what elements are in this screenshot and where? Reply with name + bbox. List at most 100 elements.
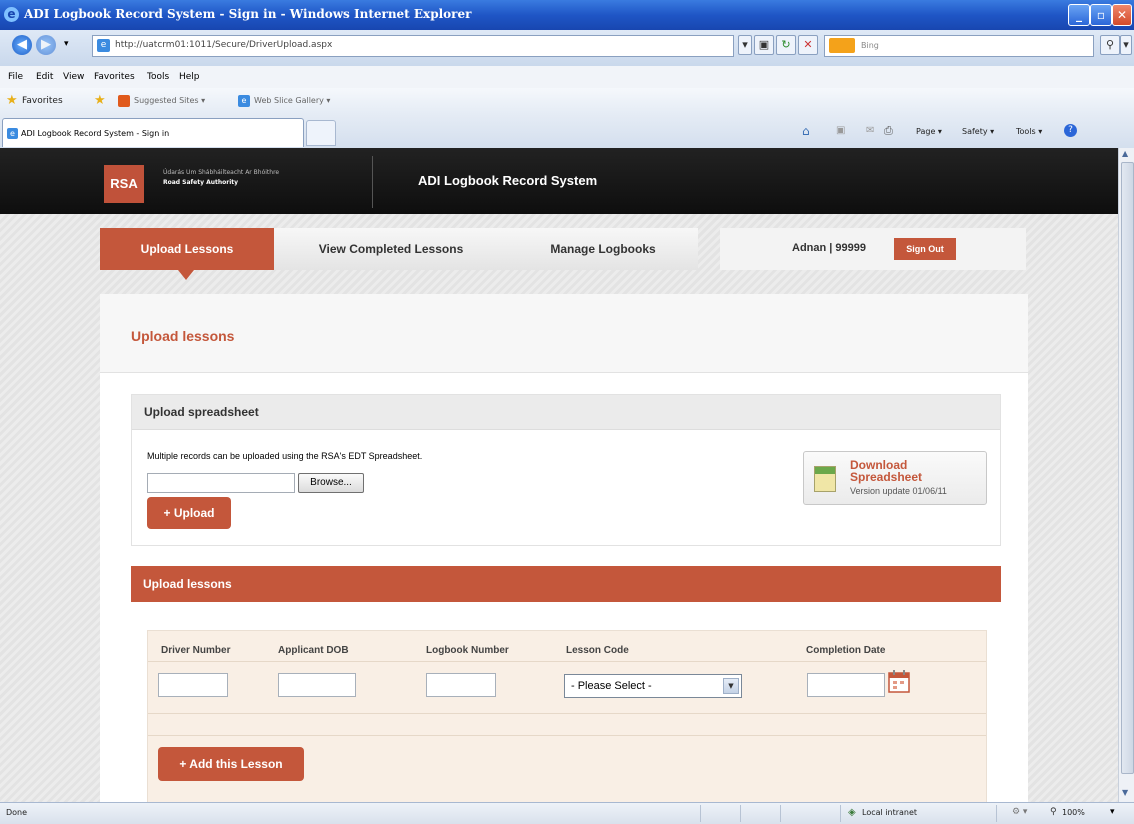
browser-tab-bar: e ADI Logbook Record System - Sign in ⌂ … (0, 114, 1134, 149)
bing-icon (829, 38, 855, 53)
home-icon[interactable]: ⌂ (802, 124, 810, 138)
sign-out-button[interactable]: Sign Out (894, 238, 956, 260)
search-options-icon[interactable]: ▾ (1120, 35, 1132, 55)
print-icon[interactable]: ⎙ (884, 124, 893, 138)
spreadsheet-panel-header: Upload spreadsheet (132, 395, 1000, 430)
zoom-dropdown-icon[interactable]: ▾ (1110, 807, 1115, 817)
menu-view[interactable]: View (63, 72, 84, 82)
menu-tools[interactable]: Tools (147, 72, 169, 82)
driver-number-input[interactable] (158, 673, 228, 697)
org-name: Road Safety Authority (163, 179, 239, 186)
browser-tab-active[interactable]: e ADI Logbook Record System - Sign in (2, 118, 304, 147)
search-icon[interactable]: ⚲ (1100, 35, 1120, 55)
content-header: Upload lessons (100, 294, 1028, 373)
favorites-star-icon: ★ (6, 93, 18, 108)
page-menu[interactable]: Page ▾ (916, 127, 942, 136)
tools-menu[interactable]: Tools ▾ (1016, 127, 1042, 136)
address-field[interactable]: e http://uatcrm01:1011/Secure/DriverUplo… (92, 35, 734, 57)
col-driver-number: Driver Number (161, 645, 231, 656)
download-spreadsheet-button[interactable]: Download Spreadsheet Version update 01/0… (803, 451, 987, 505)
refresh-icon[interactable]: ↻ (776, 35, 796, 55)
suggested-sites-icon (118, 95, 130, 107)
add-lesson-button[interactable]: + Add this Lesson (158, 747, 304, 781)
forward-icon[interactable]: ▶ (36, 35, 56, 55)
file-path-input[interactable] (147, 473, 295, 493)
suggested-sites-link[interactable]: Suggested Sites ▾ (134, 96, 205, 105)
upload-lessons-header: Upload lessons (131, 566, 1001, 602)
favorites-button[interactable]: Favorites (22, 96, 63, 106)
applicant-dob-input[interactable] (278, 673, 356, 697)
vertical-scrollbar[interactable]: ▲ ▼ (1118, 148, 1134, 802)
close-button[interactable]: ✕ (1112, 4, 1132, 26)
url-text: http://uatcrm01:1011/Secure/DriverUpload… (115, 40, 333, 50)
main-content: Upload lessons Upload spreadsheet Multip… (100, 294, 1028, 802)
compatibility-view-icon[interactable]: ▣ (754, 35, 774, 55)
search-placeholder: Bing (861, 41, 879, 50)
page-icon: e (97, 39, 110, 52)
logbook-number-input[interactable] (426, 673, 496, 697)
user-label: Adnan | 99999 (792, 242, 866, 254)
chevron-down-icon: ▼ (723, 678, 739, 694)
intranet-icon: ◈ (848, 807, 856, 818)
row-divider (148, 713, 986, 714)
stop-icon[interactable]: ✕ (798, 35, 818, 55)
security-zone[interactable]: Local intranet (862, 808, 917, 817)
scroll-up-icon[interactable]: ▲ (1122, 149, 1128, 158)
help-icon[interactable]: ? (1064, 124, 1077, 137)
col-applicant-dob: Applicant DOB (278, 645, 349, 656)
lesson-code-select[interactable]: - Please Select - ▼ (564, 674, 742, 698)
maximize-button[interactable]: ▫ (1090, 4, 1112, 26)
status-divider (740, 805, 741, 822)
window-title-bar: e ADI Logbook Record System - Sign in - … (0, 0, 1134, 30)
minimize-button[interactable]: _ (1068, 4, 1090, 26)
status-divider (700, 805, 701, 822)
user-panel: Adnan | 99999 Sign Out (720, 228, 1026, 270)
page-viewport: RSA Údarás Um Shábháilteacht Ar Bhóithre… (0, 148, 1118, 802)
menu-help[interactable]: Help (179, 72, 200, 82)
scrollbar-thumb[interactable] (1121, 162, 1134, 774)
status-bar: Done ◈ Local intranet ⚙ ▾ ⚲ 100% ▾ (0, 802, 1134, 824)
lesson-form-area: Driver Number Applicant DOB Logbook Numb… (131, 602, 1001, 802)
upload-button[interactable]: + Upload (147, 497, 231, 529)
back-icon[interactable]: ◀ (12, 35, 32, 55)
feeds-icon[interactable]: ▣ (836, 125, 845, 136)
site-header: RSA Údarás Um Shábháilteacht Ar Bhóithre… (0, 148, 1118, 214)
protected-mode-icon[interactable]: ⚙ ▾ (1012, 807, 1027, 817)
menu-edit[interactable]: Edit (36, 72, 53, 82)
history-dropdown-icon[interactable]: ▾ (64, 39, 69, 49)
row-divider (148, 735, 986, 736)
menu-favorites[interactable]: Favorites (94, 72, 135, 82)
header-divider-line (148, 661, 986, 662)
scroll-down-icon[interactable]: ▼ (1122, 788, 1128, 797)
search-input[interactable]: Bing (824, 35, 1094, 57)
web-slice-gallery-link[interactable]: Web Slice Gallery ▾ (254, 96, 330, 105)
tab-manage-logbooks[interactable]: Manage Logbooks (508, 228, 698, 270)
col-logbook-number: Logbook Number (426, 645, 509, 656)
status-divider (996, 805, 997, 822)
window-title: ADI Logbook Record System - Sign in - Wi… (24, 7, 472, 21)
zoom-icon[interactable]: ⚲ (1050, 807, 1057, 817)
header-divider (372, 156, 373, 208)
upload-spreadsheet-panel: Upload spreadsheet Multiple records can … (131, 394, 1001, 546)
menu-file[interactable]: File (8, 72, 23, 82)
tab-upload-lessons[interactable]: Upload Lessons (100, 228, 274, 280)
rsa-logo[interactable]: RSA (104, 165, 144, 203)
address-dropdown-icon[interactable]: ▾ (738, 35, 752, 55)
add-favorites-icon[interactable]: ★ (94, 93, 106, 108)
spreadsheet-description: Multiple records can be uploaded using t… (147, 451, 423, 461)
col-lesson-code: Lesson Code (566, 645, 629, 656)
new-tab-button[interactable] (306, 120, 336, 146)
download-version-label: Version update 01/06/11 (850, 486, 947, 496)
spreadsheet-icon (814, 466, 836, 492)
browse-button[interactable]: Browse... (298, 473, 364, 493)
menu-bar: File Edit View Favorites Tools Help (0, 66, 1134, 89)
completion-date-input[interactable] (807, 673, 885, 697)
safety-menu[interactable]: Safety ▾ (962, 127, 994, 136)
ie-icon: e (4, 7, 19, 22)
calendar-icon[interactable] (888, 669, 910, 693)
col-completion-date: Completion Date (806, 645, 886, 656)
mail-icon[interactable]: ✉ (866, 125, 874, 136)
zoom-level[interactable]: 100% (1062, 808, 1085, 817)
tab-view-completed-lessons[interactable]: View Completed Lessons (274, 228, 509, 270)
upload-lessons-title: Upload lessons (143, 577, 232, 591)
